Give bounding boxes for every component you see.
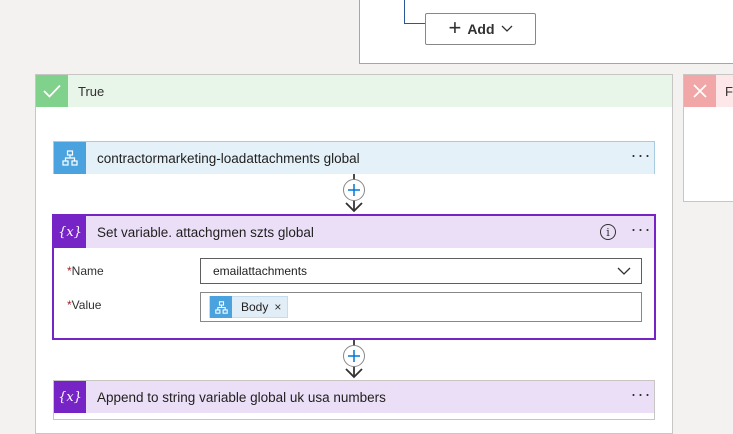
name-field-label: *Name <box>67 264 104 278</box>
add-connector-line <box>404 0 426 24</box>
name-dropdown[interactable]: emailattachments <box>200 258 642 284</box>
arrow-down-icon <box>345 202 363 213</box>
remove-token-button[interactable]: × <box>274 300 281 314</box>
plus-icon: + <box>448 15 462 40</box>
insert-step-button[interactable] <box>343 345 365 367</box>
more-options-button[interactable]: ··· <box>628 220 654 238</box>
token-label: Body <box>241 300 269 314</box>
info-icon[interactable]: i <box>600 224 616 240</box>
plus-icon <box>348 350 360 362</box>
false-branch-container: F <box>683 74 733 202</box>
more-options-button[interactable]: ··· <box>628 146 654 164</box>
value-input[interactable]: Body × <box>200 292 642 322</box>
action-card-header[interactable]: contractormarketing-loadattachments glob… <box>54 142 654 174</box>
workflow-icon <box>54 142 86 174</box>
action-card-set-variable[interactable]: {x} Set variable. attachgmen szts global… <box>52 214 656 340</box>
action-title: Append to string variable global uk usa … <box>97 389 386 405</box>
action-card-header[interactable]: {x} Set variable. attachgmen szts global… <box>54 216 654 248</box>
body-token[interactable]: Body × <box>209 296 289 318</box>
more-options-button[interactable]: ··· <box>628 385 654 403</box>
action-title: Set variable. attachgmen szts global <box>97 224 314 240</box>
insert-step-button[interactable] <box>343 179 365 201</box>
workflow-icon <box>210 296 232 318</box>
plus-icon <box>348 184 360 196</box>
value-field-label: *Value <box>67 298 102 312</box>
chevron-down-icon <box>501 25 512 32</box>
checkmark-icon <box>36 75 68 107</box>
arrow-down-icon <box>345 368 363 379</box>
false-branch-header[interactable]: F <box>684 75 733 107</box>
variable-icon: {x} <box>54 216 86 248</box>
close-icon <box>684 75 716 107</box>
true-branch-label: True <box>78 83 105 99</box>
name-dropdown-value: emailattachments <box>213 264 308 278</box>
variable-icon: {x} <box>54 381 86 413</box>
action-card-header[interactable]: {x} Append to string variable global uk … <box>54 381 654 413</box>
add-button[interactable]: + Add <box>425 13 536 45</box>
action-title: contractormarketing-loadattachments glob… <box>97 150 360 166</box>
action-card-append-string[interactable]: {x} Append to string variable global uk … <box>53 380 655 420</box>
true-branch-header[interactable]: True <box>36 75 672 107</box>
action-card-loadattachments[interactable]: contractormarketing-loadattachments glob… <box>53 141 655 174</box>
chevron-down-icon <box>617 267 631 275</box>
false-branch-label: F <box>725 83 733 99</box>
add-button-label: Add <box>467 21 495 37</box>
